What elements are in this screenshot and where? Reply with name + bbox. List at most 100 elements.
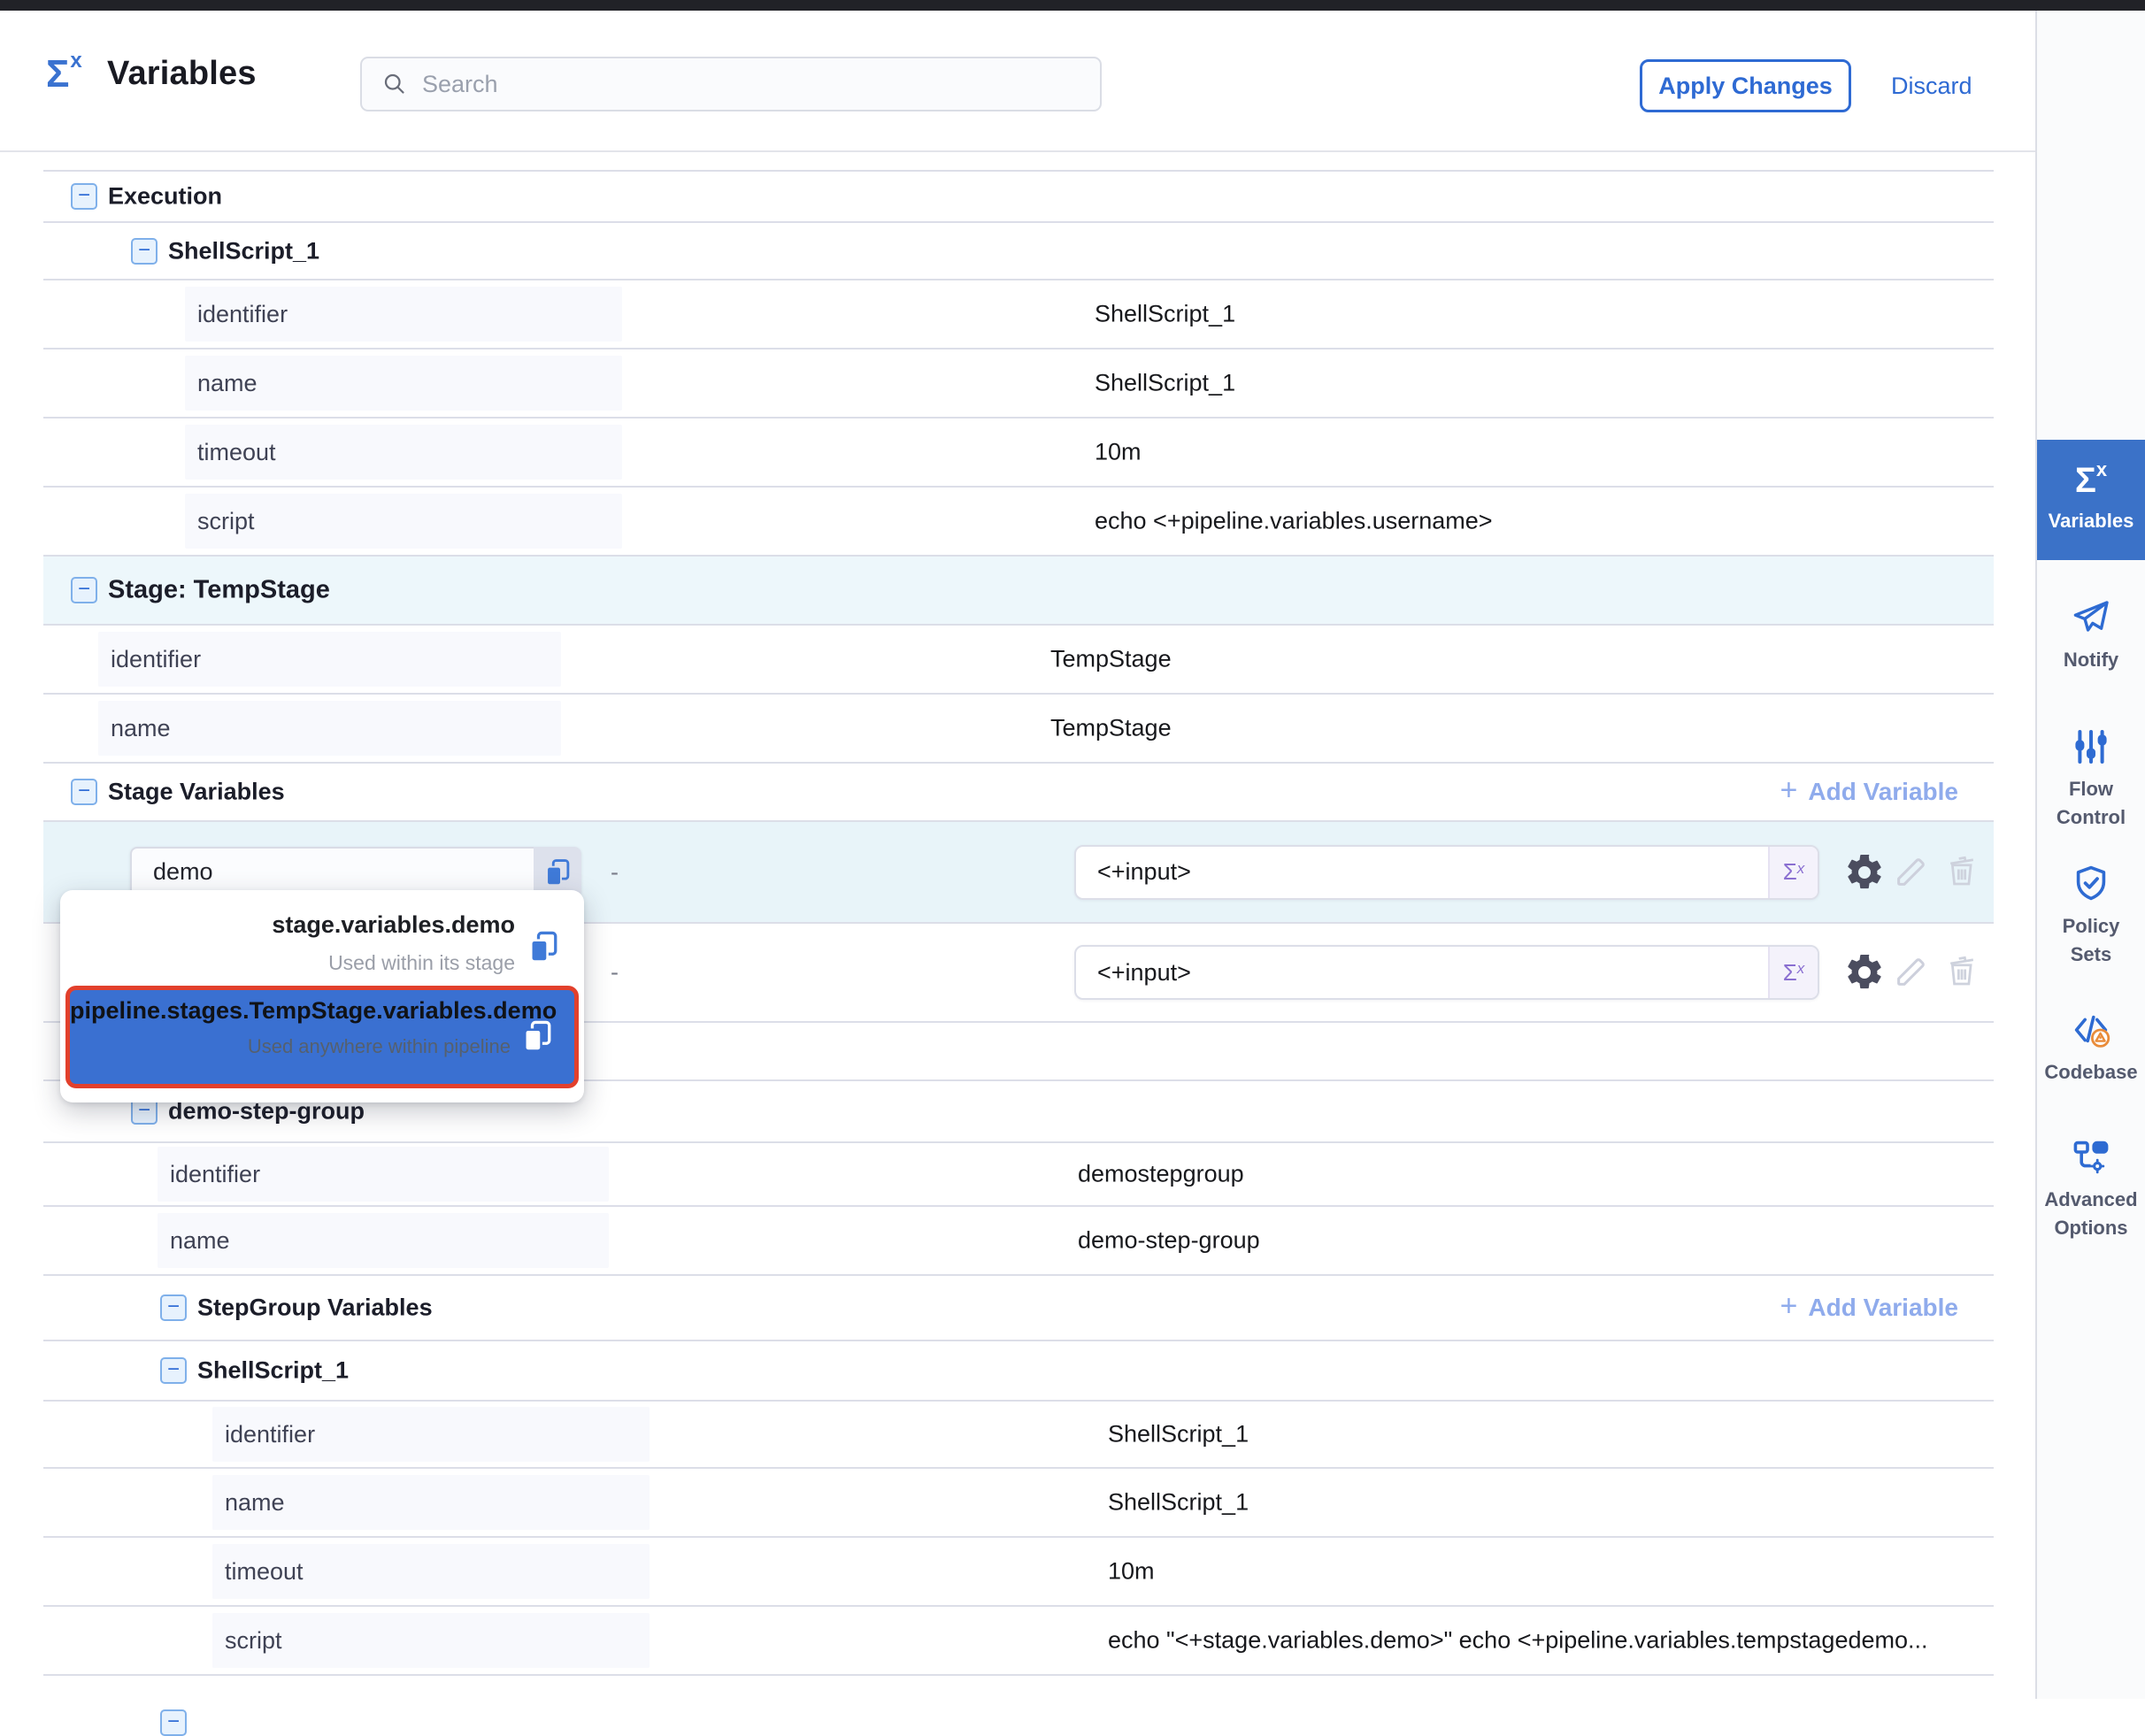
property-value: 10m (1108, 1558, 1155, 1586)
delete-trash-icon[interactable] (1942, 851, 1985, 894)
property-label-cell: timeout (185, 425, 622, 480)
variable-value-input[interactable] (1076, 958, 1768, 987)
send-plane-icon (2037, 596, 2145, 639)
settings-gear-icon[interactable] (1843, 851, 1886, 894)
variable-value-input[interactable] (1076, 857, 1768, 887)
property-value: ShellScript_1 (1108, 1421, 1249, 1448)
sidebar-item-label: Notify (2037, 646, 2145, 674)
property-label-cell: identifier (185, 287, 622, 342)
sidebar-item-codebase[interactable]: Codebase (2037, 1009, 2145, 1087)
popup-item-title: stage.variables.demo (60, 911, 515, 939)
tree-row-sg-identifier: identifier demostepgroup (43, 1143, 1994, 1207)
variable-required-dash: - (611, 959, 619, 987)
popup-item-title: pipeline.stages.TempStage.variables.demo (70, 997, 511, 1025)
apply-changes-button[interactable]: Apply Changes (1640, 59, 1851, 112)
tree-row-ss-script: script echo "<+stage.variables.demo>" ech… (43, 1607, 1994, 1676)
section-label: Stage: TempStage (108, 576, 330, 605)
collapse-icon[interactable]: − (160, 1357, 187, 1384)
property-value: TempStage (1050, 715, 1172, 742)
property-value: echo <+pipeline.variables.username> (1095, 508, 1493, 535)
property-value: ShellScript_1 (1095, 301, 1235, 328)
property-label-cell: script (212, 1613, 650, 1668)
sidebar-item-label: FlowControl (2037, 775, 2145, 832)
sidebar-item-advanced-options[interactable]: AdvancedOptions (2037, 1136, 2145, 1242)
property-label-cell: identifier (212, 1407, 650, 1462)
collapse-icon[interactable]: − (160, 1709, 187, 1736)
discard-button[interactable]: Discard (1891, 59, 1972, 112)
expression-sigma-icon[interactable]: Σx (1768, 947, 1818, 998)
top-black-bar (0, 0, 2145, 11)
collapse-icon[interactable]: − (71, 577, 97, 603)
right-sidebar: ΣxVariables Notify FlowControl PolicySets Co… (2035, 11, 2145, 1699)
sidebar-item-label: Variables (2037, 507, 2145, 535)
property-label-cell: script (185, 494, 622, 549)
collapse-icon[interactable]: − (71, 779, 97, 805)
settings-gear-icon[interactable] (1843, 951, 1886, 994)
header: Σx Variables Apply Changes Discard (0, 11, 2035, 152)
search-input[interactable] (420, 70, 1043, 99)
tree-row-timeout: timeout 10m (43, 419, 1994, 488)
property-label-cell: name (185, 356, 622, 411)
add-variable-button[interactable]: +Add Variable (1780, 1293, 1958, 1323)
edit-pencil-icon[interactable] (1891, 851, 1934, 894)
popup-item-subtitle: Used within its stage (60, 951, 515, 975)
collapse-icon[interactable]: − (131, 238, 158, 265)
property-value: TempStage (1050, 646, 1172, 673)
property-value: echo "<+stage.variables.demo>" echo <+pi… (1108, 1627, 1928, 1655)
code-warning-icon (2037, 1009, 2145, 1051)
delete-trash-icon[interactable] (1942, 951, 1985, 994)
tree-row-partial-row: − (43, 1676, 1994, 1701)
property-label-cell: timeout (212, 1544, 650, 1599)
tree-row-sg-shellscript-1: −ShellScript_1 (43, 1341, 1994, 1402)
section-label: Execution (108, 183, 222, 211)
popup-item-pipeline-scope-selected[interactable]: pipeline.stages.TempStage.variables.demo… (65, 986, 579, 1088)
search-box (360, 57, 1102, 111)
tree-row-stage-name: name TempStage (43, 695, 1994, 764)
tree-row-ss-timeout: timeout 10m (43, 1538, 1994, 1607)
sidebar-item-label: AdvancedOptions (2037, 1186, 2145, 1242)
property-label-cell: identifier (98, 632, 561, 687)
tree-row-ss-identifier: identifier ShellScript_1 (43, 1402, 1994, 1469)
variables-sigma-logo-icon: Σx (46, 55, 81, 94)
popup-item-subtitle: Used anywhere within pipeline (70, 1035, 511, 1058)
plus-icon: + (1780, 775, 1798, 805)
property-label-cell: identifier (158, 1147, 609, 1202)
property-value: 10m (1095, 439, 1142, 466)
tree-row-script: script echo <+pipeline.variables.username… (43, 488, 1994, 557)
shield-check-icon (2037, 863, 2145, 905)
section-label: ShellScript_1 (197, 1357, 349, 1385)
collapse-icon[interactable]: − (71, 183, 97, 210)
property-value: ShellScript_1 (1108, 1489, 1249, 1517)
add-variable-button[interactable]: +Add Variable (1780, 777, 1958, 807)
tree-row-ss-name: name ShellScript_1 (43, 1469, 1994, 1538)
copy-icon[interactable] (518, 1017, 557, 1056)
tree-row-stage-tempstage: −Stage: TempStage (43, 557, 1994, 626)
sidebar-item-variables[interactable]: ΣxVariables (2037, 440, 2145, 560)
section-label: Stage Variables (108, 779, 285, 806)
sidebar-item-label: PolicySets (2037, 912, 2145, 969)
tree-row-execution: −Execution (43, 172, 1994, 223)
sidebar-item-policy-sets[interactable]: PolicySets (2037, 863, 2145, 969)
section-label: StepGroup Variables (197, 1294, 433, 1322)
tree-row-stage-variables: −Stage Variables +Add Variable (43, 764, 1994, 822)
page-title: Variables (107, 55, 257, 93)
collapse-icon[interactable]: − (160, 1294, 187, 1321)
sidebar-item-notify[interactable]: Notify (2037, 596, 2145, 674)
property-label-cell: name (158, 1213, 609, 1268)
popup-item-stage-scope[interactable]: stage.variables.demo Used within its sta… (60, 906, 584, 987)
copy-icon[interactable] (524, 927, 563, 966)
tree-row-name: nameShellScript_1 (43, 350, 1994, 419)
tree-row-stage-identifier: identifier TempStage (43, 626, 1994, 695)
variable-value-field: Σx (1074, 945, 1819, 1000)
sliders-icon (2037, 726, 2145, 768)
property-value: demo-step-group (1078, 1227, 1260, 1255)
flowchart-gear-icon (2037, 1136, 2145, 1179)
property-label-cell: name (98, 701, 561, 756)
variable-value-field: Σx (1074, 845, 1819, 900)
section-label: ShellScript_1 (168, 237, 319, 265)
property-value: demostepgroup (1078, 1161, 1244, 1188)
property-label-cell: name (212, 1475, 650, 1530)
sidebar-item-flow-control[interactable]: FlowControl (2037, 726, 2145, 832)
expression-sigma-icon[interactable]: Σx (1768, 847, 1818, 898)
edit-pencil-icon[interactable] (1891, 951, 1934, 994)
